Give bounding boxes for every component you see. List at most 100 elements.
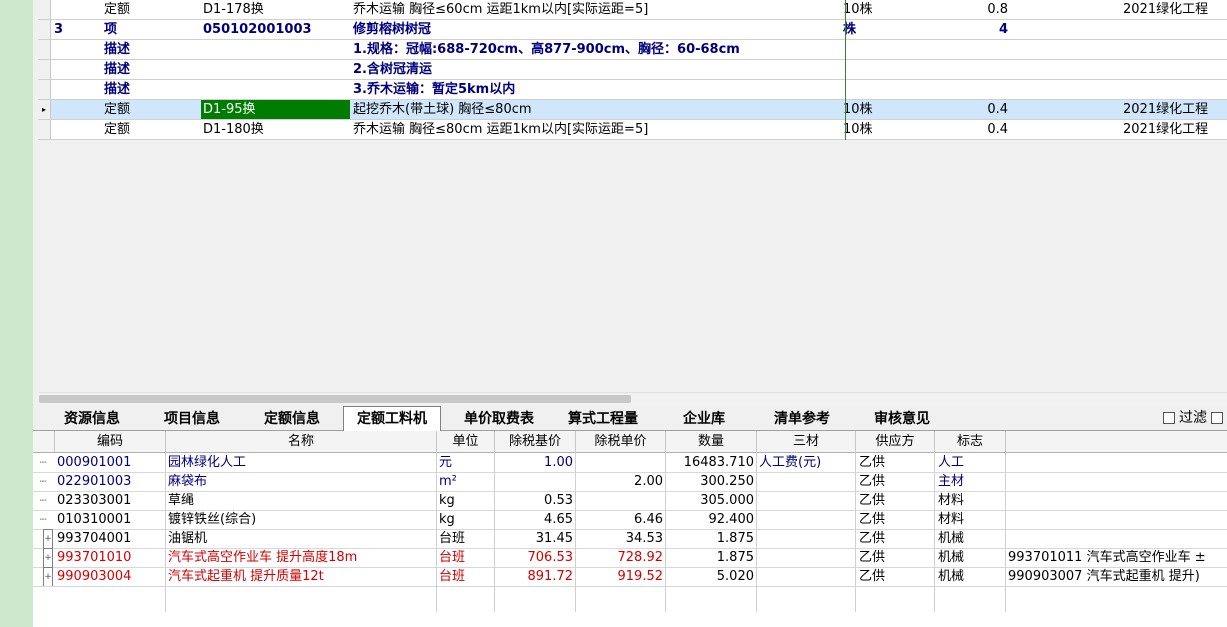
- table-row[interactable]: 描述 3.乔木运输：暂定5km以内: [38, 80, 1227, 100]
- tab-enterprise-library[interactable]: 企业库: [673, 408, 735, 430]
- material-supplier[interactable]: 乙供: [856, 491, 935, 510]
- material-three-mat[interactable]: [757, 548, 855, 567]
- material-quantity[interactable]: 1.875: [666, 548, 757, 567]
- row-name[interactable]: 1.规格：冠幅:688-720cm、高877-900cm、胸径：60-68cm: [351, 40, 841, 59]
- material-code[interactable]: 023303001: [55, 491, 165, 510]
- table-row-selected[interactable]: ▸ 定额 D1-95换 起挖乔木(带土球) 胸径≤80cm 10株 0.4 20…: [38, 100, 1227, 120]
- table-row[interactable]: + 993704001 油锯机 台班 31.45 34.53 1.875 乙供 …: [33, 529, 1227, 549]
- table-row[interactable]: + 990903004 汽车式起重机 提升质量12t 台班 891.72 919…: [33, 567, 1227, 587]
- row-name[interactable]: 3.乔木运输：暂定5km以内: [351, 80, 841, 99]
- material-base-price[interactable]: [495, 472, 576, 491]
- material-three-mat[interactable]: [757, 510, 855, 529]
- material-quantity[interactable]: 305.000: [666, 491, 757, 510]
- material-unit[interactable]: 台班: [437, 529, 495, 548]
- material-unit-price[interactable]: 728.92: [576, 548, 666, 567]
- material-name[interactable]: 镀锌铁丝(综合): [166, 510, 436, 529]
- row-indicator[interactable]: [38, 40, 51, 59]
- material-unit-price[interactable]: 919.52: [576, 567, 666, 586]
- material-code[interactable]: 022901003: [55, 472, 165, 491]
- header-name[interactable]: 名称: [166, 431, 437, 452]
- material-name[interactable]: 汽车式高空作业车 提升高度18m: [166, 548, 436, 567]
- header-quantity[interactable]: 数量: [666, 431, 757, 452]
- material-supplier[interactable]: 乙供: [856, 567, 935, 586]
- row-quantity[interactable]: 4: [911, 20, 1011, 39]
- tab-review-comments[interactable]: 审核意见: [863, 408, 941, 430]
- material-name[interactable]: 麻袋布: [166, 472, 436, 491]
- row-name[interactable]: 起挖乔木(带土球) 胸径≤80cm: [351, 100, 841, 119]
- material-flag[interactable]: 机械: [935, 567, 1006, 586]
- material-three-mat[interactable]: [757, 491, 855, 510]
- table-row[interactable]: ┈ 000901001 园林绿化人工 元 1.00 16483.710 人工费(…: [33, 453, 1227, 473]
- table-row[interactable]: 描述 1.规格：冠幅:688-720cm、高877-900cm、胸径：60-68…: [38, 40, 1227, 60]
- row-code[interactable]: [201, 60, 350, 79]
- material-supplier[interactable]: 乙供: [856, 529, 935, 548]
- table-row[interactable]: ┈ 010310001 镀锌铁丝(综合) kg 4.65 6.46 92.400…: [33, 510, 1227, 530]
- material-unit[interactable]: 台班: [437, 567, 495, 586]
- material-name[interactable]: 草绳: [166, 491, 436, 510]
- row-unit[interactable]: [841, 40, 911, 59]
- row-name[interactable]: 乔木运输 胸径≤60cm 运距1km以内[实际运距=5]: [351, 0, 841, 19]
- material-base-price[interactable]: 706.53: [495, 548, 576, 567]
- row-code[interactable]: [201, 80, 350, 99]
- row-code[interactable]: D1-178换: [201, 0, 350, 19]
- material-unit[interactable]: m²: [437, 472, 495, 491]
- material-unit[interactable]: 元: [437, 453, 495, 472]
- material-three-mat[interactable]: [757, 472, 855, 491]
- material-unit-price[interactable]: 6.46: [576, 510, 666, 529]
- expand-icon[interactable]: +: [33, 529, 53, 548]
- material-code[interactable]: 000901001: [55, 453, 165, 472]
- material-code[interactable]: 010310001: [55, 510, 165, 529]
- row-quantity[interactable]: [911, 40, 1011, 59]
- header-code[interactable]: 编码: [55, 431, 166, 452]
- scrollbar-thumb[interactable]: [39, 395, 631, 403]
- material-flag[interactable]: 人工: [935, 453, 1006, 472]
- header-unit[interactable]: 单位: [437, 431, 495, 452]
- row-pointer-icon[interactable]: ▸: [38, 100, 51, 119]
- tab-project-info[interactable]: 项目信息: [153, 408, 231, 430]
- checkbox-icon[interactable]: [1211, 412, 1223, 424]
- material-unit-price[interactable]: [576, 491, 666, 510]
- table-row[interactable]: 描述 2.含树冠清运: [38, 60, 1227, 80]
- material-code[interactable]: 990903004: [55, 567, 165, 586]
- row-quantity[interactable]: [911, 60, 1011, 79]
- row-unit[interactable]: 株: [841, 20, 911, 39]
- row-unit[interactable]: [841, 60, 911, 79]
- table-row[interactable]: + 993701010 汽车式高空作业车 提升高度18m 台班 706.53 7…: [33, 548, 1227, 568]
- row-indicator[interactable]: [38, 80, 51, 99]
- material-base-price[interactable]: 891.72: [495, 567, 576, 586]
- row-name[interactable]: 乔木运输 胸径≤80cm 运距1km以内[实际运距=5]: [351, 120, 841, 139]
- header-unit-price[interactable]: 除税单价: [576, 431, 666, 452]
- material-code[interactable]: 993704001: [55, 529, 165, 548]
- material-unit[interactable]: kg: [437, 491, 495, 510]
- expand-icon[interactable]: +: [33, 567, 53, 586]
- material-supplier[interactable]: 乙供: [856, 548, 935, 567]
- tab-unit-price-fees[interactable]: 单价取费表: [453, 408, 545, 430]
- horizontal-scrollbar[interactable]: [39, 392, 1227, 405]
- material-flag[interactable]: 材料: [935, 510, 1006, 529]
- row-code[interactable]: [201, 40, 350, 59]
- row-code-active-cell[interactable]: D1-95换: [201, 100, 350, 119]
- header-three-materials[interactable]: 三材: [757, 431, 856, 452]
- header-supplier[interactable]: 供应方: [856, 431, 935, 452]
- material-unit-price[interactable]: 34.53: [576, 529, 666, 548]
- table-row[interactable]: ┈ 022901003 麻袋布 m² 2.00 300.250 乙供 主材: [33, 472, 1227, 492]
- material-quantity[interactable]: 16483.710: [666, 453, 757, 472]
- tab-resource-info[interactable]: 资源信息: [53, 408, 131, 430]
- row-name[interactable]: 修剪榕树树冠: [351, 20, 841, 39]
- checkbox-icon[interactable]: [1163, 412, 1175, 424]
- row-indicator[interactable]: [38, 0, 51, 19]
- table-row[interactable]: 定额 D1-178换 乔木运输 胸径≤60cm 运距1km以内[实际运距=5] …: [38, 0, 1227, 20]
- header-base-price[interactable]: 除税基价: [495, 431, 576, 452]
- tab-formula-quantity[interactable]: 算式工程量: [557, 408, 649, 430]
- material-base-price[interactable]: 0.53: [495, 491, 576, 510]
- expand-icon[interactable]: +: [33, 548, 53, 567]
- material-base-price[interactable]: 4.65: [495, 510, 576, 529]
- row-unit[interactable]: 10株: [841, 100, 911, 119]
- material-name[interactable]: 汽车式起重机 提升质量12t: [166, 567, 436, 586]
- material-name[interactable]: 油锯机: [166, 529, 436, 548]
- row-name[interactable]: 2.含树冠清运: [351, 60, 841, 79]
- material-unit-price[interactable]: [576, 453, 666, 472]
- row-quantity[interactable]: 0.4: [911, 100, 1011, 119]
- material-flag[interactable]: 机械: [935, 548, 1006, 567]
- material-flag[interactable]: 机械: [935, 529, 1006, 548]
